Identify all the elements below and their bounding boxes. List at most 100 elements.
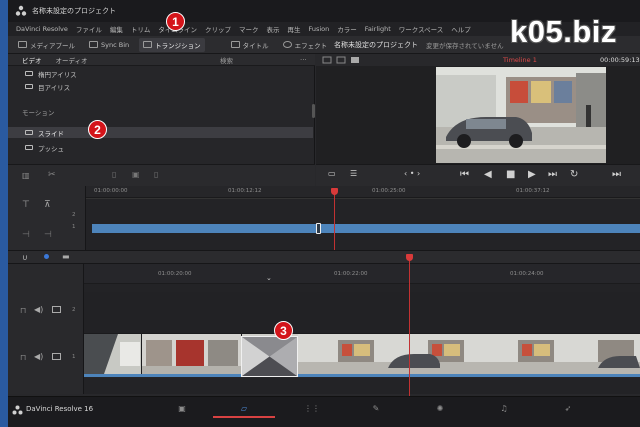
project-title: 名称未設定のプロジェクト [334, 41, 418, 49]
reverse-play-icon[interactable]: ◀ [484, 169, 492, 180]
menu-trim[interactable]: トリム [131, 24, 151, 34]
menu-help[interactable]: ヘルプ [451, 24, 471, 34]
tab-audio[interactable]: オーディオ [56, 55, 88, 65]
menu-color[interactable]: カラー [337, 24, 357, 34]
scissors-icon[interactable]: ✂ [48, 170, 56, 180]
timeline-toolbar: ∪ ▬ [8, 250, 640, 264]
tab-video[interactable]: ビデオ [22, 55, 42, 65]
timecode-display: 00:00:59:13 [600, 56, 640, 64]
color-page-icon[interactable]: ✺ [434, 404, 446, 414]
clip-thumbnail-strip[interactable] [298, 334, 640, 374]
titles-label: タイトル [242, 41, 269, 50]
clip-thumbnail[interactable] [142, 334, 242, 374]
menu-davinci[interactable]: DaVinci Resolve [16, 25, 68, 33]
mini-playhead-handle[interactable] [331, 188, 338, 195]
effects-tabs: ビデオ オーディオ [8, 54, 315, 66]
viewer-layout-icons[interactable] [322, 56, 362, 64]
media-pool-button[interactable]: メディアプール [14, 38, 79, 52]
chevron-down-icon[interactable]: ⌄ [266, 274, 272, 282]
mini-track-label: 2 [72, 212, 76, 218]
go-to-start-icon[interactable]: ⏮ [460, 169, 469, 180]
effects-search[interactable]: 検索 [220, 55, 233, 65]
edit-page-icon[interactable]: ⋮⋮ [304, 404, 320, 414]
transitions-label: トランジション [155, 41, 201, 50]
tool-strip: ▥ ✂ ▯ ▣ ▯ [8, 164, 315, 186]
viewer-frame-image [436, 67, 606, 163]
effects-button[interactable]: エフェクト [279, 38, 332, 52]
brand-label: DaVinci Resolve 16 [26, 405, 94, 413]
jog-control-icon[interactable]: ‹ • › [404, 169, 420, 178]
cut-edit-page-icon[interactable]: ▱ [238, 404, 250, 414]
play-icon[interactable]: ▶ [528, 169, 536, 180]
clip-thumbnail[interactable] [84, 334, 142, 374]
effect-item[interactable]: 楕円アイリス [8, 68, 313, 79]
loop-icon[interactable]: ↻ [570, 169, 578, 180]
lock-icon[interactable]: ⊓ [20, 353, 26, 362]
position-lock-icon[interactable]: ▬ [62, 252, 70, 261]
replace-clip-icon[interactable]: ▯ [154, 170, 158, 179]
mini-transition-marker[interactable] [316, 223, 321, 234]
track-v2[interactable] [84, 292, 640, 334]
media-page-icon[interactable]: ▣ [176, 404, 188, 414]
save-status: 変更が保存されていません [426, 42, 504, 50]
mini-playhead[interactable] [334, 192, 335, 250]
menu-workspace[interactable]: ワークスペース [399, 24, 444, 34]
audio-meter-icon[interactable]: ▥ [22, 171, 30, 180]
menu-playback[interactable]: 再生 [287, 24, 300, 34]
titles-icon [230, 41, 240, 48]
snapping-icon[interactable]: ∪ [22, 253, 28, 262]
settings-sliders-icon[interactable]: ☰ [350, 169, 357, 178]
effect-item-slide[interactable]: スライド [8, 127, 313, 138]
insert-clip-icon[interactable]: ▯ [112, 170, 116, 179]
main-playhead[interactable] [409, 258, 410, 396]
stop-icon[interactable]: ■ [506, 169, 515, 180]
menu-mark[interactable]: マーク [239, 24, 259, 34]
linked-selection-icon[interactable] [44, 254, 49, 259]
effect-item[interactable]: 目アイリス [8, 81, 313, 92]
sync-bin-button[interactable]: Sync Bin [85, 38, 133, 52]
mini-timeline-ruler[interactable]: 01:00:00:00 01:00:12:12 01:00:25:00 01:0… [86, 186, 640, 198]
transitions-button[interactable]: トランジション [139, 37, 205, 52]
effect-item-push[interactable]: プッシュ [8, 142, 313, 153]
resolve-logo-icon [12, 405, 23, 415]
audio-mode-icon[interactable]: ▭ [328, 169, 336, 178]
fairlight-page-icon[interactable]: ♫ [498, 404, 510, 414]
audio-icon[interactable]: ◀) [34, 352, 43, 361]
menu-clip[interactable]: クリップ [205, 24, 231, 34]
snap-tool-icon[interactable]: ⊣ [44, 230, 52, 240]
transition-item-icon [25, 71, 33, 76]
timeline-name: Timeline 1 [503, 56, 537, 64]
link-tool-icon[interactable]: ⊣ [22, 230, 30, 240]
go-to-end-icon[interactable]: ⏭ [548, 169, 557, 180]
track-v1[interactable] [84, 334, 640, 378]
deliver-page-icon[interactable]: ➶ [562, 404, 574, 414]
watermark: k05.biz [510, 14, 617, 49]
main-playhead-handle[interactable] [406, 254, 413, 261]
blade-tool-icon[interactable]: ⊼ [44, 200, 51, 210]
next-edit-icon[interactable]: ⏭ [612, 169, 621, 180]
trim-tool-icon[interactable]: ⊤ [22, 200, 30, 210]
transition-item-icon [25, 130, 33, 135]
video-enable-icon[interactable] [52, 353, 61, 360]
titles-button[interactable]: タイトル [227, 38, 273, 52]
menu-edit[interactable]: 編集 [110, 24, 123, 34]
menu-fusion[interactable]: Fusion [308, 25, 329, 33]
track-headers: ⊓ ◀) 2 ⊓ ◀) 1 [8, 264, 84, 394]
video-enable-icon[interactable] [52, 306, 61, 313]
menu-file[interactable]: ファイル [76, 24, 102, 34]
fusion-page-icon[interactable]: ✎ [370, 404, 382, 414]
lock-icon[interactable]: ⊓ [20, 306, 26, 315]
mini-divider [86, 198, 640, 199]
audio-icon[interactable]: ◀) [34, 305, 43, 314]
effects-label: エフェクト [294, 41, 328, 50]
window-title: 名称未設定のプロジェクト [32, 7, 116, 15]
mini-timeline-clip[interactable] [92, 224, 640, 233]
overwrite-clip-icon[interactable]: ▣ [132, 170, 140, 179]
effects-scrollbar[interactable] [312, 104, 315, 118]
menu-fairlight[interactable]: Fairlight [365, 25, 391, 33]
transition-clip[interactable] [241, 336, 298, 377]
main-timeline-ruler[interactable]: 01:00:20:00 01:00:22:00 01:00:24:00 ⌄ [84, 264, 640, 284]
menu-view[interactable]: 表示 [266, 24, 279, 34]
transitions-icon [143, 41, 153, 48]
more-options-icon[interactable]: ··· [300, 56, 310, 64]
